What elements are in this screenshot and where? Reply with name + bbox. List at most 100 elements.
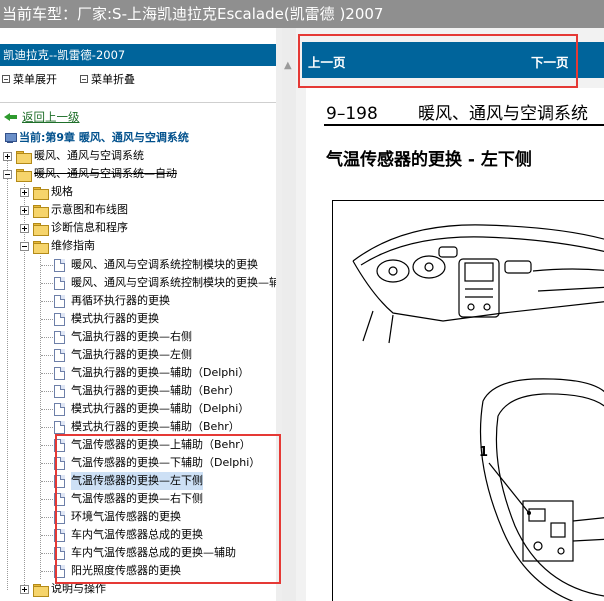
document-icon (54, 420, 65, 434)
window-title: 当前车型：厂家:S-上海凯迪拉克Escalade(凯雷德 )2007 (2, 5, 384, 23)
tree-item-label: 气温执行器的更换—左侧 (71, 348, 192, 361)
folder-icon (33, 186, 49, 200)
document-icon (54, 402, 65, 416)
collapse-minus-icon[interactable] (3, 169, 12, 179)
document-icon (54, 294, 65, 308)
radio-display (464, 262, 494, 282)
gauge-left (376, 259, 410, 283)
document-icon (54, 384, 65, 398)
section-header: 9–198 暖风、通风与空调系统 (326, 99, 588, 124)
tree-connector (41, 571, 53, 572)
tree-item-label: 模式执行器的更换 (71, 312, 159, 325)
tree-item-label: 气温执行器的更换—右侧 (71, 330, 192, 343)
expand-menu-label: 菜单展开 (13, 73, 57, 86)
collapse-icon (80, 75, 88, 83)
tree-connector (41, 373, 53, 374)
section-title: 暖风、通风与空调系统 (418, 104, 588, 124)
expand-menu-button[interactable]: 菜单展开 (2, 71, 57, 87)
tree-connector (41, 355, 53, 356)
tree-item-label: 暖风、通风与空调系统控制模块的更换 (71, 258, 258, 271)
sensor-screw (533, 541, 543, 551)
tree-folder[interactable]: 诊断信息和程序 (20, 219, 128, 237)
leader-dot (527, 511, 531, 515)
column-lines (362, 310, 394, 344)
tree-document-item[interactable]: 气温执行器的更换—辅助（Delphi） (54, 364, 249, 382)
gauge-right (412, 255, 446, 279)
document-page: 9–198 暖风、通风与空调系统 气温传感器的更换 - 左下侧 1 (306, 88, 604, 601)
back-link[interactable]: 返回上一级 (4, 108, 80, 126)
page-number: 9–198 (326, 104, 378, 124)
computer-icon (4, 132, 17, 144)
tree-item-label: 规格 (51, 185, 73, 198)
tree-folder[interactable]: 维修指南 (20, 237, 95, 255)
tree-item-label: 示意图和布线图 (51, 203, 128, 216)
tree-connector (41, 301, 53, 302)
collapse-menu-button[interactable]: 菜单折叠 (80, 71, 135, 87)
folder-icon (33, 222, 49, 236)
tree-guide-line (7, 157, 8, 590)
glovebox-line (537, 286, 604, 292)
tree-item-label: 暖风、通风与空调系统 (34, 149, 144, 162)
tree-connector (41, 391, 53, 392)
folder-icon (16, 150, 32, 164)
tree-folder[interactable]: 暖风、通风与空调系统—自动 (3, 165, 177, 183)
tree-document-item[interactable]: 气温执行器的更换—右侧 (54, 328, 192, 346)
tree-document-item[interactable]: 气温执行器的更换—左侧 (54, 346, 192, 364)
tree-folder[interactable]: 规格 (20, 183, 73, 201)
tree-connector (41, 337, 53, 338)
tree-document-item[interactable]: 模式执行器的更换 (54, 310, 159, 328)
tree-connector (41, 409, 53, 410)
scroll-up-icon[interactable]: ▲ (284, 60, 292, 71)
expand-plus-icon[interactable] (20, 187, 29, 197)
folder-icon (33, 204, 49, 218)
divider (0, 102, 276, 103)
expand-plus-icon[interactable] (20, 223, 29, 233)
tree-document-item[interactable]: 暖风、通风与空调系统控制模块的更换 (54, 256, 258, 274)
tree-item-label: 再循环执行器的更换 (71, 294, 170, 307)
tree-connector (41, 517, 53, 518)
tree-connector (41, 553, 53, 554)
expand-plus-icon[interactable] (3, 151, 12, 161)
document-icon (54, 258, 65, 272)
tree-connector (41, 481, 53, 482)
tree-document-item[interactable]: 气温执行器的更换—辅助（Behr） (54, 382, 240, 400)
back-link-label: 返回上一级 (22, 110, 80, 124)
tree-connector (41, 283, 53, 284)
collapse-minus-icon[interactable] (20, 241, 29, 251)
tree-item-label: 模式执行器的更换—辅助（Delphi） (71, 402, 250, 415)
back-arrow-icon (4, 111, 18, 123)
tree-connector (41, 319, 53, 320)
tree-guide-line (40, 256, 41, 579)
tree-document-item[interactable]: 再循环执行器的更换 (54, 292, 170, 310)
gauge-center (424, 262, 434, 272)
tree-item-label: 气温执行器的更换—辅助（Delphi） (71, 366, 250, 379)
sensor-part (528, 508, 546, 522)
tree-item-label: 维修指南 (51, 239, 95, 252)
folder-open-icon (33, 240, 49, 254)
tree-document-item[interactable]: 暖风、通风与空调系统控制模块的更换—辅 (54, 274, 280, 292)
tree-document-item[interactable]: 模式执行器的更换—辅助（Delphi） (54, 400, 249, 418)
vent (504, 260, 532, 274)
document-icon (54, 312, 65, 326)
highlight-box-nav (298, 34, 578, 88)
title-bar: 当前车型：厂家:S-上海凯迪拉克Escalade(凯雷德 )2007 (0, 0, 604, 28)
folder-icon (33, 583, 49, 597)
expand-plus-icon[interactable] (20, 205, 29, 215)
tree-header: 凯迪拉克--凯雷德-2007 (0, 44, 276, 66)
duct-lines (572, 517, 604, 542)
dash-top-line (352, 224, 604, 262)
dash-lower-line (352, 260, 604, 322)
expand-plus-icon[interactable] (20, 584, 29, 594)
stack-knob (467, 303, 475, 311)
tree-folder[interactable]: 示意图和布线图 (20, 201, 128, 219)
stack-knob (483, 303, 491, 311)
vent (438, 246, 458, 258)
tree-item-label: 暖风、通风与空调系统控制模块的更换—辅 (71, 276, 280, 289)
expand-icon (2, 75, 10, 83)
pane-splitter[interactable]: ▲ (282, 28, 296, 601)
procedure-heading: 气温传感器的更换 - 左下侧 (326, 150, 532, 170)
collapse-menu-label: 菜单折叠 (91, 73, 135, 86)
current-chapter: 当前:第9章 暖风、通风与空调系统 (4, 129, 189, 147)
sensor-screw (557, 547, 565, 555)
tree-folder[interactable]: 暖风、通风与空调系统 (3, 147, 144, 165)
